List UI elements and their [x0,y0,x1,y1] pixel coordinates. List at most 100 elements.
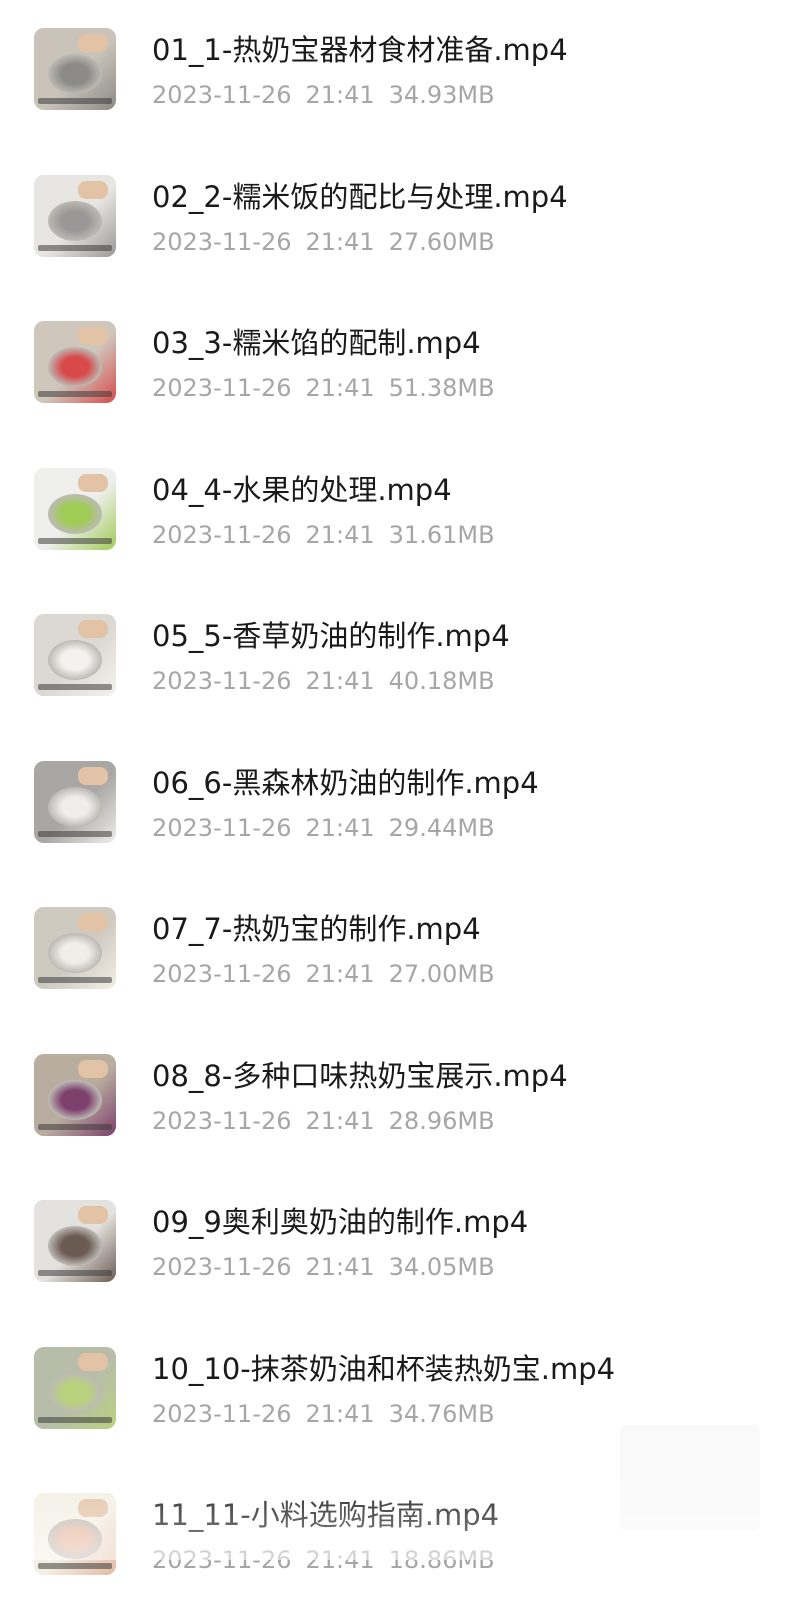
file-date: 2023-11-26 [152,374,292,402]
file-name: 10_10-抹茶奶油和杯装热奶宝.mp4 [152,1351,616,1386]
file-size: 34.76MB [388,1399,495,1428]
file-date: 2023-11-26 [152,1253,292,1281]
file-time: 21:41 [305,520,375,549]
file-time: 21:41 [305,1253,375,1281]
video-thumbnail[interactable] [34,467,116,550]
thumbnail-bowl [48,1226,102,1266]
thumbnail-bowl [48,933,102,973]
thumbnail-caption [38,244,112,251]
file-meta: 2023-11-26 21:41 29.44MB [152,813,495,843]
blurred-overlay [620,1425,760,1530]
file-name: 09_9奥利奥奶油的制作.mp4 [152,1205,529,1239]
file-name: 11_11-小料选购指南.mp4 [152,1498,500,1532]
file-meta: 2023-11-26 21:41 27.00MB [152,959,495,989]
file-item[interactable]: 04_4-水果的处理.mp4 2023-11-26 21:41 31.61MB [0,440,790,586]
thumbnail-caption [38,1123,112,1130]
thumbnail-hand [78,473,108,492]
file-name: 06_6-黑森林奶油的制作.mp4 [152,765,539,800]
file-item[interactable]: 03_3-糯米馅的配制.mp4 2023-11-26 21:41 51.38MB [0,293,790,439]
thumbnail-caption [38,684,112,690]
file-date: 2023-11-26 [152,81,292,109]
file-item[interactable]: 09_9奥利奥奶油的制作.mp4 2023-11-26 21:41 34.05MB [0,1172,790,1318]
file-name: 03_3-糯米馅的配制.mp4 [152,326,481,360]
file-size: 34.05MB [388,1253,495,1281]
file-item[interactable]: 02_2-糯米饭的配比与处理.mp4 2023-11-26 21:41 27.60MB [0,147,790,293]
file-size: 18.86MB [388,1546,495,1574]
thumbnail-caption [38,391,112,397]
thumbnail-bowl [48,54,102,94]
thumbnail-bowl [48,640,102,680]
file-time: 21:41 [305,227,375,256]
video-thumbnail[interactable] [34,1200,116,1282]
thumbnail-hand [78,1352,108,1371]
file-size: 51.38MB [388,374,495,402]
video-thumbnail[interactable] [34,1053,116,1136]
thumbnail-caption [38,1270,112,1276]
file-time: 21:41 [305,1399,375,1428]
video-thumbnail[interactable] [34,1346,116,1429]
thumbnail-hand [78,180,108,199]
file-size: 34.93MB [388,81,495,109]
video-thumbnail[interactable] [34,1493,116,1575]
file-date: 2023-11-26 [152,227,292,256]
thumbnail-bowl [48,200,102,241]
thumbnail-hand [78,1206,108,1224]
file-date: 2023-11-26 [152,813,292,842]
file-name: 01_1-热奶宝器材食材准备.mp4 [152,33,568,67]
file-item[interactable]: 05_5-香草奶油的制作.mp4 2023-11-26 21:41 40.18MB [0,586,790,732]
thumbnail-hand [78,913,108,931]
file-meta: 2023-11-26 21:41 34.93MB [152,80,495,110]
video-thumbnail[interactable] [34,28,116,110]
file-meta: 2023-11-26 21:41 31.61MB [152,520,495,550]
file-meta: 2023-11-26 21:41 51.38MB [152,373,495,403]
file-item[interactable]: 08_8-多种口味热奶宝展示.mp4 2023-11-26 21:41 28.96MB [0,1026,790,1172]
file-date: 2023-11-26 [152,520,292,549]
file-item[interactable]: 07_7-热奶宝的制作.mp4 2023-11-26 21:41 27.00MB [0,879,790,1025]
file-time: 21:41 [305,667,375,695]
thumbnail-caption [38,977,112,983]
file-time: 21:41 [305,1106,375,1135]
thumbnail-bowl [48,1519,102,1559]
thumbnail-hand [78,327,108,345]
file-time: 21:41 [305,960,375,988]
file-list: 01_1-热奶宝器材食材准备.mp4 2023-11-26 21:41 34.93MB… [0,0,790,1575]
file-meta: 2023-11-26 21:41 18.86MB [152,1545,495,1575]
file-item[interactable]: 06_6-黑森林奶油的制作.mp4 2023-11-26 21:41 29.44MB [0,733,790,879]
thumbnail-bowl [48,1079,102,1120]
thumbnail-bowl [48,493,102,534]
file-meta: 2023-11-26 21:41 40.18MB [152,666,495,696]
thumbnail-bowl [48,347,102,387]
file-size: 40.18MB [388,667,495,695]
file-size: 27.00MB [388,960,495,988]
thumbnail-hand [78,34,108,52]
thumbnail-caption [38,1563,112,1569]
file-name: 05_5-香草奶油的制作.mp4 [152,619,510,653]
file-size: 27.60MB [388,227,495,256]
thumbnail-hand [78,1059,108,1078]
video-thumbnail[interactable] [34,907,116,989]
file-size: 28.96MB [388,1106,495,1135]
file-meta: 2023-11-26 21:41 34.05MB [152,1252,495,1282]
video-thumbnail[interactable] [34,174,116,257]
file-date: 2023-11-26 [152,1546,292,1574]
video-thumbnail[interactable] [34,760,116,843]
thumbnail-caption [38,98,112,104]
video-thumbnail[interactable] [34,614,116,696]
file-name: 04_4-水果的处理.mp4 [152,472,452,507]
file-size: 29.44MB [388,813,495,842]
file-date: 2023-11-26 [152,1399,292,1428]
file-date: 2023-11-26 [152,1106,292,1135]
file-time: 21:41 [305,81,375,109]
thumbnail-hand [78,620,108,638]
file-name: 07_7-热奶宝的制作.mp4 [152,912,481,946]
thumbnail-caption [38,1416,112,1423]
file-item[interactable]: 01_1-热奶宝器材食材准备.mp4 2023-11-26 21:41 34.93MB [0,0,790,146]
file-name: 02_2-糯米饭的配比与处理.mp4 [152,179,568,214]
file-size: 31.61MB [388,520,495,549]
file-date: 2023-11-26 [152,667,292,695]
video-thumbnail[interactable] [34,321,116,403]
thumbnail-hand [78,766,108,785]
file-meta: 2023-11-26 21:41 34.76MB [152,1399,495,1429]
file-date: 2023-11-26 [152,960,292,988]
thumbnail-bowl [48,786,102,827]
